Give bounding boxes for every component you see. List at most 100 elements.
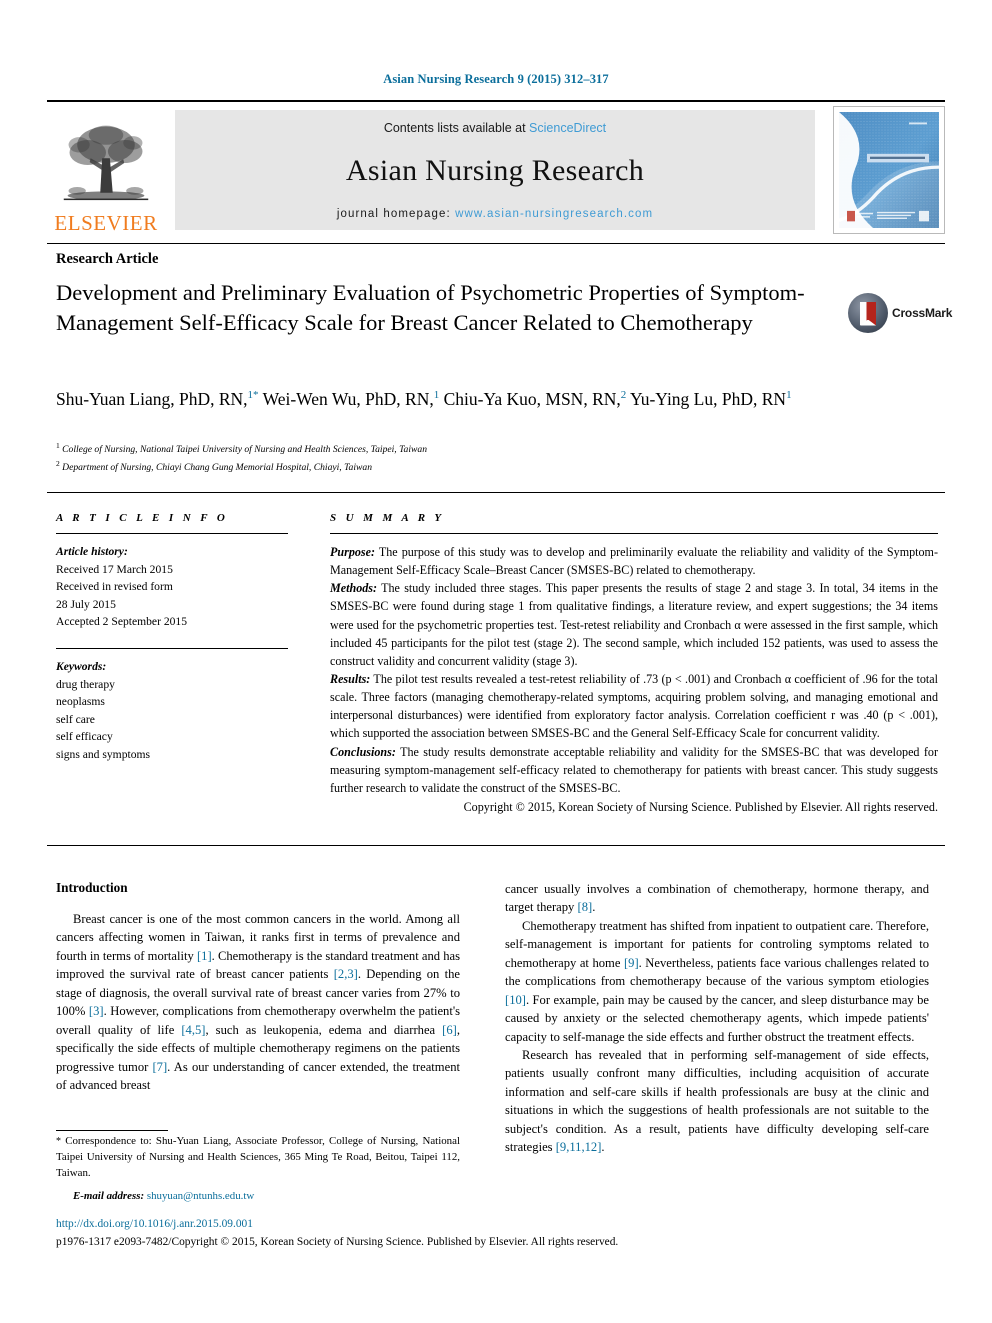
citation-ref[interactable]: [6] bbox=[442, 1023, 457, 1037]
sciencedirect-link[interactable]: ScienceDirect bbox=[529, 121, 606, 135]
paragraph: Breast cancer is one of the most common … bbox=[56, 912, 460, 1092]
keyword-item: self care bbox=[56, 712, 95, 726]
masthead-center: Contents lists available at ScienceDirec… bbox=[175, 110, 815, 230]
summary-section-text: The study results demonstrate acceptable… bbox=[330, 744, 938, 795]
affiliation-text: College of Nursing, National Taipei Univ… bbox=[62, 444, 427, 456]
paragraph: Research has revealed that in performing… bbox=[505, 1047, 929, 1155]
affiliation-marker: 2 bbox=[56, 458, 60, 468]
introduction-heading: Introduction bbox=[56, 880, 128, 895]
citation-ref[interactable]: [9] bbox=[624, 956, 639, 970]
crossmark-circle-icon bbox=[848, 293, 888, 333]
history-item: 28 July 2015 bbox=[56, 597, 116, 611]
keywords-rule bbox=[56, 648, 288, 650]
citation-ref[interactable]: [2,3] bbox=[334, 967, 358, 981]
summary-body: Purpose: The purpose of this study was t… bbox=[330, 543, 938, 816]
journal-masthead: ELSEVIER Contents lists available at Sci… bbox=[47, 100, 945, 235]
summary-rule bbox=[330, 533, 938, 534]
summary-section-label: Purpose: bbox=[330, 545, 376, 559]
page-title: Development and Preliminary Evaluation o… bbox=[56, 280, 805, 335]
history-item: Accepted 2 September 2015 bbox=[56, 615, 188, 629]
body-column-right: cancer usually involves a combination of… bbox=[505, 880, 929, 1157]
citation-ref[interactable]: [3] bbox=[89, 1004, 104, 1018]
journal-title: Asian Nursing Research bbox=[345, 154, 645, 187]
citation-ref[interactable]: [7] bbox=[152, 1060, 167, 1074]
correspondence-footnote: * Correspondence to: Shu-Yuan Liang, Ass… bbox=[56, 1134, 460, 1205]
summary-section: Results: The pilot test results revealed… bbox=[330, 670, 938, 743]
keyword-item: drug therapy bbox=[56, 677, 115, 691]
citation-ref[interactable]: [8] bbox=[578, 900, 593, 914]
summary-section-label: Conclusions: bbox=[330, 744, 396, 759]
keyword-item: signs and symptoms bbox=[56, 748, 151, 762]
summary-column: S U M M A R Y Purpose: The purpose of th… bbox=[330, 512, 938, 816]
email-line: E-mail address: shuyuan@ntunhs.edu.tw bbox=[56, 1189, 460, 1205]
keywords-block: Keywords: drug therapy neoplasms self ca… bbox=[56, 658, 288, 764]
homepage-link[interactable]: www.asian-nursingresearch.com bbox=[455, 208, 653, 220]
summary-copyright: Copyright © 2015, Korean Society of Nurs… bbox=[463, 799, 938, 814]
elsevier-logo: ELSEVIER bbox=[47, 106, 165, 234]
issn-copyright-line: p1976-1317 e2093-7482/Copyright © 2015, … bbox=[56, 1236, 619, 1248]
summary-heading: S U M M A R Y bbox=[330, 512, 445, 524]
email-link[interactable]: shuyuan@ntunhs.edu.tw bbox=[147, 1190, 254, 1202]
article-history-label: Article history: bbox=[56, 545, 128, 558]
summary-section: Conclusions: The study results demonstra… bbox=[330, 743, 938, 797]
doi-link[interactable]: http://dx.doi.org/10.1016/j.anr.2015.09.… bbox=[56, 1218, 253, 1230]
crossmark-book-icon bbox=[860, 301, 876, 325]
summary-section-text: The pilot test results revealed a test-r… bbox=[330, 671, 938, 741]
article-type-kicker: Research Article bbox=[56, 251, 159, 267]
history-item: Received in revised form bbox=[56, 580, 173, 594]
correspondence-line: * Correspondence to: Shu-Yuan Liang, Ass… bbox=[56, 1134, 460, 1181]
elsevier-wordmark: ELSEVIER bbox=[54, 211, 158, 235]
homepage-prefix: journal homepage: bbox=[336, 208, 456, 220]
email-label: E-mail address: bbox=[73, 1190, 145, 1203]
paragraph: cancer usually involves a combination of… bbox=[505, 882, 929, 915]
article-page: Asian Nursing Research 9 (2015) 312–317 bbox=[0, 0, 992, 1323]
footnote-divider bbox=[56, 1130, 168, 1131]
article-info-heading: A R T I C L E I N F O bbox=[56, 512, 229, 524]
title-divider bbox=[47, 243, 945, 244]
article-history-block: Article history: Received 17 March 2015 … bbox=[56, 543, 288, 631]
citation-ref[interactable]: [4,5] bbox=[181, 1023, 205, 1037]
author-name: Wei-Wen Wu, PhD, RN, bbox=[262, 389, 434, 409]
summary-section: Methods: The study included three stages… bbox=[330, 579, 938, 670]
author-affil-marker[interactable]: 1 bbox=[434, 389, 440, 401]
summary-section-text: The purpose of this study was to develop… bbox=[330, 545, 938, 578]
citation-ref[interactable]: [10] bbox=[505, 993, 526, 1007]
paragraph: Chemotherapy treatment has shifted from … bbox=[505, 918, 929, 1044]
journal-homepage-line: journal homepage: www.asian-nursingresea… bbox=[175, 208, 815, 220]
keyword-item: self efficacy bbox=[56, 730, 113, 744]
summary-section: Purpose: The purpose of this study was t… bbox=[330, 543, 938, 579]
author-name: Chiu-Ya Kuo, MSN, RN, bbox=[443, 389, 621, 409]
info-divider-bottom bbox=[47, 845, 945, 846]
contents-prefix: Contents lists available at bbox=[383, 121, 530, 135]
affiliation-list: 1 College of Nursing, National Taipei Un… bbox=[56, 440, 796, 475]
introduction-text-right: cancer usually involves a combination of… bbox=[505, 880, 929, 1157]
summary-section-label: Methods: bbox=[330, 581, 378, 596]
keywords-label: Keywords: bbox=[56, 660, 107, 674]
info-divider-top bbox=[47, 492, 945, 493]
running-head: Asian Nursing Research 9 (2015) 312–317 bbox=[383, 72, 609, 86]
history-item: Received 17 March 2015 bbox=[56, 562, 173, 576]
affiliation-marker: 1 bbox=[56, 441, 60, 450]
author-name: Yu-Ying Lu, PhD, RN bbox=[630, 389, 787, 409]
correspondence-text: Correspondence to: Shu-Yuan Liang, Assoc… bbox=[56, 1135, 460, 1179]
crossmark-badge[interactable]: CrossMark bbox=[848, 292, 952, 334]
corresponding-author-marker[interactable]: * bbox=[253, 389, 259, 401]
summary-section-text: The study included three stages. This pa… bbox=[330, 581, 938, 668]
article-info-rule bbox=[56, 533, 288, 534]
affiliation-text: Department of Nursing, Chiayi Chang Gung… bbox=[62, 461, 373, 473]
cover-swoosh-graphic bbox=[839, 112, 939, 228]
author-list: Shu-Yuan Liang, PhD, RN, 1 * Wei-Wen Wu, P… bbox=[56, 387, 796, 412]
cover-artwork bbox=[839, 112, 939, 228]
author-affil-marker[interactable]: 2 bbox=[621, 389, 627, 401]
affiliation-item: 2 Department of Nursing, Chiayi Chang Gu… bbox=[56, 458, 796, 476]
crossmark-label: CrossMark bbox=[892, 306, 953, 320]
elsevier-tree-icon bbox=[63, 125, 149, 201]
summary-section-label: Results: bbox=[330, 671, 371, 686]
journal-cover-thumbnail[interactable] bbox=[833, 106, 945, 234]
introduction-text-left: Breast cancer is one of the most common … bbox=[56, 910, 460, 1094]
body-column-left: Introduction Breast cancer is one of the… bbox=[56, 880, 460, 1094]
citation-ref[interactable]: [1] bbox=[197, 949, 212, 963]
contents-available-line: Contents lists available at ScienceDirec… bbox=[384, 121, 606, 135]
author-affil-marker[interactable]: 1 bbox=[786, 389, 792, 401]
citation-ref[interactable]: [9,11,12] bbox=[556, 1140, 602, 1154]
